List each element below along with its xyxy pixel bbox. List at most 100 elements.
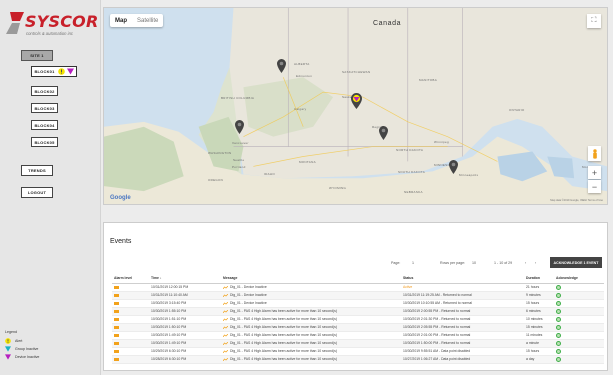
alert-icon <box>57 68 65 75</box>
site-button[interactable]: SITE 1 <box>21 50 53 61</box>
duration-cell: a day <box>524 355 554 364</box>
duration-cell: a minute <box>524 339 554 348</box>
acknowledge-check-icon[interactable] <box>556 300 561 306</box>
status-cell: 10/30/2019 2:01:00 PM - Returned to norm… <box>401 331 524 340</box>
group-inactive-icon <box>5 346 11 352</box>
acknowledge-all-button[interactable]: ACKNOWLEDGE 1 EVENT <box>550 257 602 268</box>
trend-line-icon <box>223 349 228 353</box>
block-button-04[interactable]: BLOCK04 <box>31 120 58 130</box>
acknowledge-all-label: ACKNOWLEDGE 1 EVENT <box>553 260 599 265</box>
map-marker-icon[interactable] <box>235 120 244 134</box>
brand-logo[interactable]: SYSCOR controls & automation inc <box>6 12 99 42</box>
alarm-level-icon <box>114 333 119 337</box>
alarm-level-icon <box>114 301 119 305</box>
logout-button[interactable]: LOGOUT <box>21 187 53 198</box>
pegman-icon[interactable] <box>588 146 601 161</box>
acknowledge-check-icon[interactable] <box>556 292 561 298</box>
map-place-label: Portland <box>232 165 246 169</box>
acknowledge-check-icon[interactable] <box>556 332 561 338</box>
alarm-level-icon <box>114 357 119 361</box>
acknowledge-cell <box>554 299 604 308</box>
message-cell: Dig_01 - Device Inactive <box>221 291 401 300</box>
trend-line-icon <box>223 285 228 289</box>
acknowledge-check-icon[interactable] <box>556 348 561 354</box>
table-row[interactable]: 10/28/2019 6:30:10 PM Dig_01 - PAS 4 High… <box>112 355 604 364</box>
table-row[interactable]: 10/30/2019 1:55:10 PM Dig_01 - PAS 4 High… <box>112 307 604 316</box>
map-place-label: WYOMING <box>329 186 347 190</box>
block-label: BLOCK02 <box>34 88 55 94</box>
brand-name: SYSCOR <box>25 12 99 31</box>
col-alarm-level[interactable]: Alarm level <box>112 273 149 284</box>
map-marker-icon[interactable] <box>379 126 388 140</box>
next-page-icon[interactable]: › <box>535 261 536 265</box>
table-row[interactable]: 10/31/2019 12:00:15 PM Dig_01 - Device In… <box>112 283 604 292</box>
col-duration[interactable]: Duration <box>524 273 554 284</box>
table-row[interactable]: 10/30/2019 1:51:10 PM Dig_01 - PAS 4 High… <box>112 315 604 324</box>
map-marker-icon[interactable] <box>449 160 458 174</box>
block-button-01[interactable]: BLOCK01 <box>31 66 77 77</box>
acknowledge-cell <box>554 307 604 316</box>
duration-cell: 6 minutes <box>524 307 554 316</box>
satellite-tab[interactable]: Satellite <box>132 14 163 27</box>
table-row[interactable]: 10/31/2019 11:10:40 AM Dig_01 - Device In… <box>112 291 604 300</box>
table-row[interactable]: 10/30/2019 1:49:10 PM Dig_01 - PAS 4 High… <box>112 339 604 348</box>
table-row[interactable]: 10/30/2019 1:50:10 PM Dig_01 - PAS 4 High… <box>112 323 604 332</box>
time-cell: 10/30/2019 1:55:10 PM <box>149 307 221 316</box>
trends-button[interactable]: TRENDS <box>21 165 53 176</box>
acknowledge-check-icon[interactable] <box>556 316 561 322</box>
acknowledge-check-icon[interactable] <box>556 324 561 330</box>
legend-title: Legend <box>5 330 17 334</box>
map-marker-icon[interactable] <box>277 59 286 73</box>
map-marker-alert-icon[interactable] <box>351 93 362 109</box>
time-cell: 10/30/2019 1:50:10 PM <box>149 323 221 332</box>
page-select[interactable]: 1 <box>412 261 414 265</box>
rows-per-page-select[interactable]: 10 <box>472 261 476 265</box>
message-text: Dig_01 - PAS 4 High Alarm has been activ… <box>230 341 337 345</box>
device-inactive-icon <box>5 354 11 360</box>
zoom-out-button[interactable]: − <box>588 180 601 193</box>
time-cell: 10/30/2019 1:51:10 PM <box>149 315 221 324</box>
message-cell: Dig_01 - PAS 4 High Alarm has been activ… <box>221 347 401 356</box>
trends-label: TRENDS <box>28 168 46 173</box>
zoom-in-button[interactable]: + <box>588 166 601 179</box>
fullscreen-icon[interactable]: ⛶ <box>587 14 601 28</box>
col-acknowledge[interactable]: Acknowledge <box>554 273 604 284</box>
map-tab[interactable]: Map <box>110 14 132 27</box>
page-range: 1 - 10 of 29 <box>494 261 513 265</box>
map-place-label: MANITOBA <box>419 78 438 82</box>
sort-down-icon[interactable]: ↓ <box>160 276 162 280</box>
map-country-label: Canada <box>373 20 402 27</box>
table-row[interactable]: 10/29/2019 6:30:10 PM Dig_01 - PAS 4 High… <box>112 347 604 356</box>
time-cell: 10/31/2019 11:10:40 AM <box>149 291 221 300</box>
alarm-level-cell <box>112 347 149 356</box>
map-panel: Canada ALBERTA SASKATCHEWAN MANITOBA BRI… <box>103 7 608 205</box>
acknowledge-check-icon[interactable] <box>556 308 561 314</box>
col-status[interactable]: Status <box>401 273 524 284</box>
map-place-label: BRITISH COLUMBIA <box>221 96 255 100</box>
trend-line-icon <box>223 309 228 313</box>
block-button-05[interactable]: BLOCK05 <box>31 137 58 147</box>
status-cell: Active <box>401 283 524 292</box>
prev-page-icon[interactable]: ‹ <box>525 261 526 265</box>
map-place-label: ONTARIO <box>509 108 525 112</box>
events-title: Events <box>110 238 132 245</box>
syscor-logo-icon <box>6 12 24 34</box>
duration-cell: 15 hours <box>524 347 554 356</box>
block-button-03[interactable]: BLOCK03 <box>31 103 58 113</box>
acknowledge-check-icon[interactable] <box>556 356 561 362</box>
block-label: BLOCK04 <box>34 122 55 128</box>
block-button-02[interactable]: BLOCK02 <box>31 86 58 96</box>
events-header-row: Alarm level Time ↓ Message Status Durati… <box>112 273 604 284</box>
table-row[interactable]: 10/30/2019 1:49:10 PM Dig_01 - PAS 4 High… <box>112 331 604 340</box>
map-credits[interactable]: Map data ©2019 Google, INEGI Terms of Us… <box>550 199 603 202</box>
trend-line-icon <box>223 357 228 361</box>
alarm-level-cell <box>112 315 149 324</box>
acknowledge-check-icon[interactable] <box>556 340 561 346</box>
table-row[interactable]: 10/30/2019 3:15:40 PM Dig_01 - Device Ina… <box>112 299 604 308</box>
acknowledge-cell <box>554 283 604 292</box>
acknowledge-check-icon[interactable] <box>556 284 561 290</box>
col-message[interactable]: Message <box>221 273 401 284</box>
legend-label: Alert <box>15 339 23 343</box>
acknowledge-cell <box>554 331 604 340</box>
col-time[interactable]: Time ↓ <box>149 273 221 284</box>
